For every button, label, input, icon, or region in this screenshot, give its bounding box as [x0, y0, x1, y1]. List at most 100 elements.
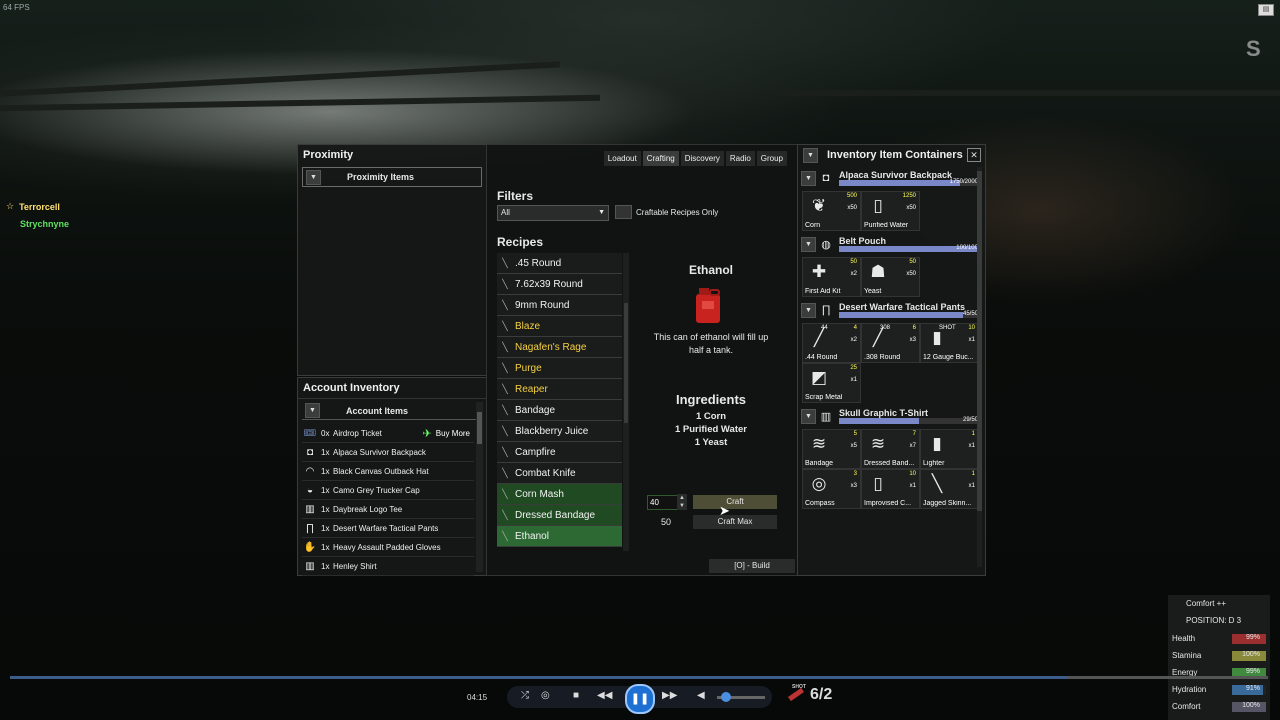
- quantity-stepper[interactable]: ▲ ▼: [677, 494, 687, 510]
- tab-group[interactable]: Group: [756, 151, 787, 166]
- build-button[interactable]: [O] - Build: [709, 559, 795, 573]
- scroll-thumb[interactable]: [977, 171, 982, 511]
- repeat-icon[interactable]: ◎: [541, 690, 550, 701]
- list-item[interactable]: 🎟 0x Airdrop Ticket ✈ Buy More: [302, 424, 474, 443]
- recipe-name: Campfire: [515, 446, 556, 458]
- rewind-icon[interactable]: ◀◀: [597, 690, 612, 701]
- chevron-down-icon[interactable]: ▼: [803, 147, 818, 163]
- account-items-label: Account Items: [346, 405, 409, 416]
- account-scrollbar[interactable]: [476, 402, 483, 572]
- inventory-slot[interactable]: ◩ 25 x1 Scrap Metal: [802, 363, 861, 403]
- player-name: Strychnyne: [20, 218, 70, 229]
- recipe-item[interactable]: ╲ Nagafen's Rage: [497, 337, 622, 358]
- list-item[interactable]: ▥ 1x Henley Shirt: [302, 557, 474, 576]
- inventory-scrollbar[interactable]: [977, 167, 982, 567]
- buy-more-button[interactable]: ✈ Buy More: [423, 427, 470, 440]
- capacity-text: 100/100: [956, 245, 978, 251]
- filter-select[interactable]: All ▼: [497, 205, 609, 221]
- list-item[interactable]: ◘ 1x Alpaca Survivor Backpack: [302, 443, 474, 462]
- craft-max-button[interactable]: Craft Max: [693, 515, 777, 529]
- item-quantity: 1x: [321, 542, 330, 552]
- stop-icon[interactable]: ■: [573, 690, 579, 701]
- pants-icon: ∏: [821, 304, 831, 316]
- quantity-input[interactable]: 40: [647, 495, 679, 510]
- craftable-only-toggle[interactable]: Craftable Recipes Only: [615, 205, 718, 219]
- inventory-slot[interactable]: ≋ 7 x7 Dressed Band...: [861, 429, 920, 469]
- chevron-down-icon[interactable]: ▼: [801, 171, 816, 186]
- inventory-slot[interactable]: ◎ 3 x3 Compass: [802, 469, 861, 509]
- cap-icon: ◒: [306, 484, 314, 496]
- max-quantity: 50: [661, 517, 672, 527]
- recipe-item[interactable]: ╲ Ethanol: [497, 526, 622, 547]
- tab-loadout[interactable]: Loadout: [603, 151, 641, 166]
- list-item[interactable]: ✋ 1x Heavy Assault Padded Gloves: [302, 538, 474, 557]
- craft-button[interactable]: Craft: [693, 495, 777, 509]
- capacity-fill: [839, 312, 964, 318]
- recipe-item[interactable]: ╲ 7.62x39 Round: [497, 274, 622, 295]
- stack-multiplier: x5: [850, 443, 857, 449]
- fence-rail: [0, 61, 560, 97]
- inventory-slot[interactable]: ╱ 44 4 x2.44 Round: [802, 323, 861, 363]
- compass-heading: S: [1246, 36, 1261, 61]
- craftable-only-label: Craftable Recipes Only: [636, 207, 719, 217]
- item-name: Heavy Assault Padded Gloves: [333, 542, 441, 552]
- scroll-thumb[interactable]: [477, 412, 482, 444]
- pause-icon[interactable]: ❚❚: [625, 684, 655, 714]
- status-hud: Comfort ++ POSITION: D 3 Health 99% Stamin…: [1168, 595, 1270, 720]
- inventory-slot[interactable]: ╱ 308 6 x3.308 Round: [861, 323, 920, 363]
- recipe-scrollbar[interactable]: [623, 253, 629, 551]
- volume-icon[interactable]: ◀: [697, 690, 705, 701]
- inventory-slot[interactable]: ☗ 50 x50 Yeast: [861, 257, 920, 297]
- gloves-icon: ✋: [303, 541, 317, 553]
- chevron-down-icon[interactable]: ▼: [305, 403, 320, 418]
- container-header[interactable]: ▼ ◍ Belt Pouch 100/100: [801, 235, 978, 253]
- list-item[interactable]: ◠ 1x Black Canvas Outback Hat: [302, 462, 474, 481]
- bottle-icon: ▯: [873, 474, 883, 493]
- recipe-item[interactable]: ╲ Blackberry Juice: [497, 421, 622, 442]
- tab-discovery[interactable]: Discovery: [680, 151, 724, 166]
- recipe-item[interactable]: ╲ .45 Round: [497, 253, 622, 274]
- recipe-item[interactable]: ╲ Purge: [497, 358, 622, 379]
- close-icon[interactable]: ✕: [967, 148, 981, 162]
- inventory-slot[interactable]: ❦ 500 x50 Corn: [802, 191, 861, 231]
- container-header[interactable]: ▼ ◘ Alpaca Survivor Backpack 1750/2000: [801, 169, 978, 187]
- inventory-slot[interactable]: ≋ 5 x5 Bandage: [802, 429, 861, 469]
- shuffle-icon[interactable]: ⤮: [521, 690, 529, 701]
- inventory-slot[interactable]: ▮ 1 x1 Lighter: [920, 429, 979, 469]
- tab-radio[interactable]: Radio: [725, 151, 755, 166]
- recipe-item[interactable]: ╲ 9mm Round: [497, 295, 622, 316]
- scroll-thumb[interactable]: [624, 303, 628, 423]
- inventory-slot[interactable]: ✚ 50 x2 First Aid Kit: [802, 257, 861, 297]
- inventory-slot[interactable]: ╲ 1 x1 Jagged Skinn...: [920, 469, 979, 509]
- container-header[interactable]: ▼ ▥ Skull Graphic T-Shirt 29/50: [801, 407, 978, 425]
- inventory-slot[interactable]: ▮ SHOT 10 x1 12 Gauge Buc...: [920, 323, 979, 363]
- inventory-slot[interactable]: ▯ 10 x1 Improvised C...: [861, 469, 920, 509]
- seek-bar-played[interactable]: [10, 676, 1067, 679]
- inventory-slot[interactable]: ▯ 1250 x50 Purified Water: [861, 191, 920, 231]
- seek-bar-remaining[interactable]: [1067, 676, 1268, 679]
- recipe-icon: ╲: [502, 446, 508, 457]
- recipe-item[interactable]: ╲ Bandage: [497, 400, 622, 421]
- list-item[interactable]: ∏ 1x Desert Warfare Tactical Pants: [302, 519, 474, 538]
- recipe-item[interactable]: ╲ Combat Knife: [497, 463, 622, 484]
- recipe-item[interactable]: ╲ Blaze: [497, 316, 622, 337]
- container-header[interactable]: ▼ ∏ Desert Warfare Tactical Pants 45/50: [801, 301, 978, 319]
- recipe-item[interactable]: ╲ Reaper: [497, 379, 622, 400]
- recipe-item[interactable]: ╲ Campfire: [497, 442, 622, 463]
- fast-forward-icon[interactable]: ▶▶: [662, 690, 677, 701]
- checkbox[interactable]: [615, 205, 632, 219]
- recipe-item[interactable]: ╲ Corn Mash: [497, 484, 622, 505]
- slot-item-name: Yeast: [864, 288, 882, 295]
- list-item[interactable]: ▥ 1x Daybreak Logo Tee: [302, 500, 474, 519]
- volume-knob[interactable]: [721, 692, 731, 702]
- account-items-header[interactable]: ▼ Account Items: [302, 402, 482, 420]
- proximity-items-header[interactable]: ▼ Proximity Items: [302, 167, 482, 187]
- chevron-down-icon[interactable]: ▼: [801, 303, 816, 318]
- group-member-leader: ☆ Terrorcell: [6, 198, 69, 215]
- list-item[interactable]: ◒ 1x Camo Grey Trucker Cap: [302, 481, 474, 500]
- tab-crafting[interactable]: Crafting: [642, 151, 679, 166]
- chevron-down-icon[interactable]: ▼: [801, 409, 816, 424]
- chevron-down-icon[interactable]: ▼: [306, 169, 321, 185]
- recipe-item[interactable]: ╲ Dressed Bandage: [497, 505, 622, 526]
- chevron-down-icon[interactable]: ▼: [801, 237, 816, 252]
